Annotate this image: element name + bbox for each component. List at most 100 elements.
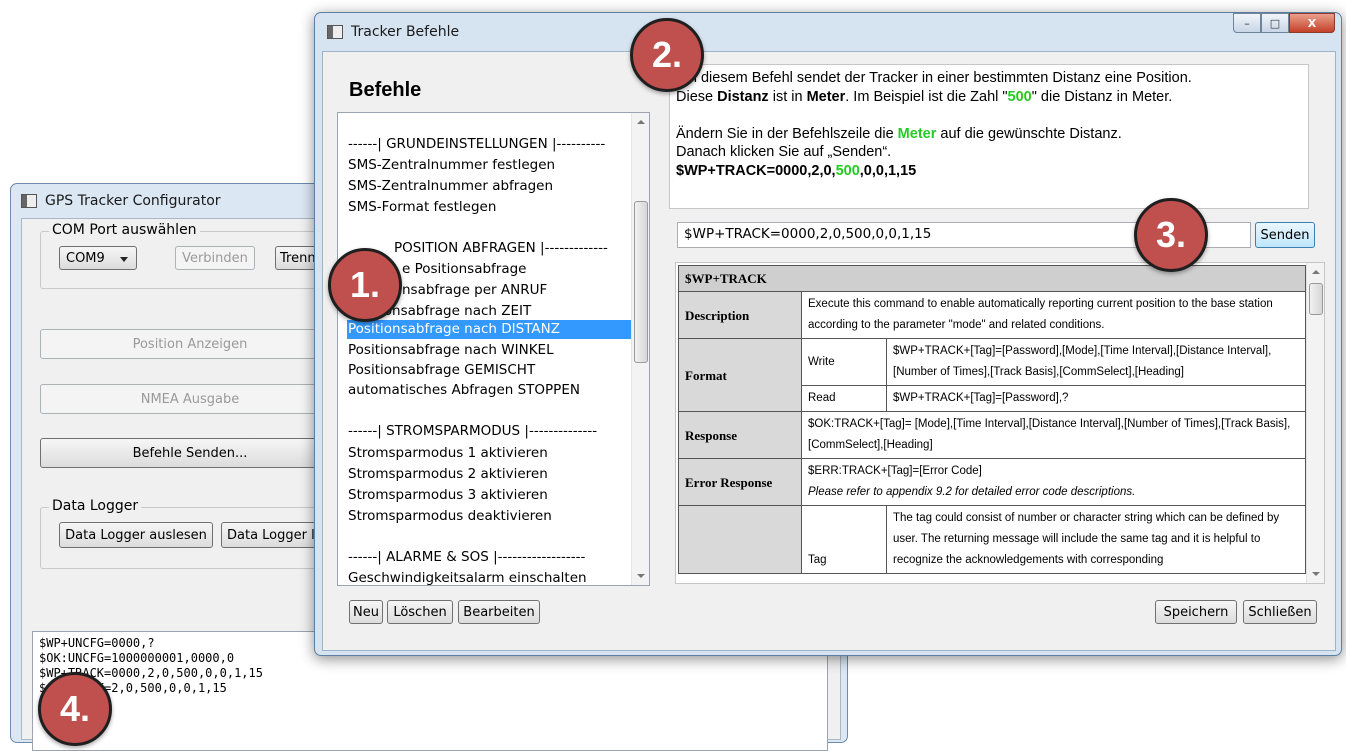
com-port-group: COM Port auswählen COM9 Verbinden Trenne… [40,222,342,289]
list-item[interactable]: SMS-Zentralnummer abfragen [348,177,553,196]
edit-button[interactable]: Bearbeiten [458,600,540,624]
spec-table: $WP+TRACK Description Execute this comma… [678,265,1306,574]
desc-meter-green: Meter [897,125,937,142]
close-button[interactable]: X [1289,13,1335,33]
spec-error-note: Please refer to appendix 9.2 for detaile… [808,486,1136,498]
desc-text: ist in [768,88,807,105]
position-show-button[interactable]: Position Anzeigen [40,329,340,359]
send-button[interactable]: Senden [1255,222,1315,248]
commands-heading: Befehle [349,79,422,101]
list-item-selected[interactable]: Positionsabfrage nach DISTANZ [347,320,632,339]
desc-text: " die Distanz in Meter. [1031,88,1173,105]
scroll-up-icon[interactable] [1312,270,1320,274]
tracker-window: Tracker Befehle – □ X Befehle ------| GR… [314,12,1342,656]
data-logger-group: Data Logger Data Logger auslesen Data Lo… [40,498,342,569]
spec-label: Response [678,411,802,459]
close-dialog-button[interactable]: Schließen [1243,600,1317,624]
desc-line-4: Danach klicken Sie auf „Senden“. [676,144,892,160]
desc-value-500: 500 [1007,88,1032,105]
spec-cell: Tag [801,505,887,574]
table-row: Response $OK:TRACK+[Tag]= [Mode],[Time I… [678,411,1306,459]
spec-header: $WP+TRACK [678,265,1306,292]
delete-button[interactable]: Löschen [387,600,453,624]
spec-cell: The tag could consist of number or chara… [886,505,1306,574]
desc-distance: Distanz [717,88,769,105]
connect-button[interactable]: Verbinden [175,246,255,270]
list-item[interactable]: SMS-Zentralnummer festlegen [348,156,555,175]
list-item[interactable]: Positionsabfrage nach WINKEL [348,341,554,360]
list-item[interactable]: Stromsparmodus 2 aktivieren [348,465,548,484]
table-row: Description Execute this command to enab… [678,291,1306,339]
maximize-button[interactable]: □ [1261,13,1289,33]
console-line: $OK:TRACK=2,0,500,0,0,1,15 [39,681,227,695]
save-button[interactable]: Speichern [1155,600,1237,624]
tracker-client: Befehle ------| GRUNDEINSTELLUNGEN |----… [322,51,1336,651]
desc-text: Ändern Sie in der Befehlszeile die [676,125,898,142]
new-button[interactable]: Neu [349,600,383,624]
com-port-select[interactable]: COM9 [59,246,137,270]
list-item-group-header: POSITION ABFRAGEN |------------- [394,240,608,256]
list-item[interactable]: SMS-Format festlegen [348,198,496,217]
table-row: $WP+TRACK [678,265,1306,292]
step-badge-1: 1. [328,248,402,322]
list-item[interactable]: Stromsparmodus deaktivieren [348,507,552,526]
desc-text: auf die gewünschte Distanz. [936,125,1122,142]
details-pane: Bei diesem Befehl sendet der Tracker in … [657,52,1335,650]
list-item[interactable]: Stromsparmodus 1 aktivieren [348,444,548,463]
command-spec-document[interactable]: $WP+TRACK Description Execute this comma… [675,262,1325,584]
spec-cell: Read [801,385,887,412]
data-logger-legend: Data Logger [49,498,142,514]
desc-text: . Im Beispiel ist die Zahl " [845,88,1008,105]
table-row: Format Write $WP+TRACK+[Tag]=[Password],… [678,338,1306,412]
commands-pane: Befehle ------| GRUNDEINSTELLUNGEN |----… [323,52,658,650]
desc-text: Diese [676,88,718,105]
desc-line-2: Diese Distanz ist in Meter. Im Beispiel … [676,88,1302,107]
spec-cell: $OK:TRACK+[Tag]= [Mode],[Time Interval],… [801,411,1306,459]
scroll-up-icon[interactable] [637,120,645,124]
desc-line-1: Bei diesem Befehl sendet der Tracker in … [676,70,1192,86]
tracker-titlebar[interactable]: Tracker Befehle [315,13,1341,51]
spec-cell: Execute this command to enable automatic… [801,291,1306,339]
desc-meter: Meter [806,88,846,105]
spec-cell: $ERR:TRACK+[Tag]=[Error Code] Please refe… [801,458,1306,506]
desc-line-3: Ändern Sie in der Befehlszeile die Meter… [676,125,1302,144]
list-item[interactable]: automatisches Abfragen STOPPEN [348,381,580,400]
step-badge-4: 4. [38,672,112,746]
desc-spacer [676,106,1302,125]
minimize-button[interactable]: – [1233,13,1261,33]
list-item[interactable]: Stromsparmodus 3 aktivieren [348,486,548,505]
spec-label [678,505,802,574]
spec-cell: Write [801,338,887,386]
list-item[interactable]: Positionsabfrage GEMISCHT [348,361,535,380]
command-list[interactable]: ------| GRUNDEINSTELLUNGEN |---------- S… [337,112,650,586]
command-list-scrollbar[interactable] [631,113,649,585]
list-item-group-header: ------| ALARME & SOS |------------------ [348,549,586,565]
tracker-title: Tracker Befehle [351,24,460,40]
list-item[interactable]: e Positionsabfrage [402,260,527,279]
step-badge-3: 3. [1134,198,1208,272]
desc-cmd: ,0,0,1,15 [859,162,917,179]
send-commands-button[interactable]: Befehle Senden... [40,438,340,468]
spec-label: Error Response [678,458,802,506]
spec-cell: $WP+TRACK+[Tag]=[Password],? [886,385,1306,412]
step-badge-2: 2. [630,18,704,92]
table-row: Tag The tag could consist of number or c… [678,505,1306,574]
logger-read-button[interactable]: Data Logger auslesen [59,522,213,548]
scrollbar-thumb[interactable] [1309,283,1323,315]
scroll-down-icon[interactable] [1312,572,1320,576]
table-row: Error Response $ERR:TRACK+[Tag]=[Error C… [678,458,1306,506]
com-port-legend: COM Port auswählen [49,222,200,238]
desc-cmd-value: 500 [835,162,860,179]
app-icon [21,194,37,208]
scrollbar-thumb[interactable] [634,201,648,363]
document-scrollbar[interactable] [1306,263,1324,583]
list-item[interactable]: nsabfrage per ANRUF [402,281,547,300]
nmea-output-button[interactable]: NMEA Ausgabe [40,384,340,414]
list-item[interactable]: Geschwindigkeitsalarm einschalten [348,569,587,585]
list-item-group-header: ------| STROMSPARMODUS |-------------- [348,423,598,439]
chevron-down-icon [120,257,128,262]
desc-cmd: $WP+TRACK=0000,2,0, [676,162,836,179]
spec-label: Format [678,338,802,412]
scroll-down-icon[interactable] [637,574,645,578]
app-icon [327,25,343,39]
